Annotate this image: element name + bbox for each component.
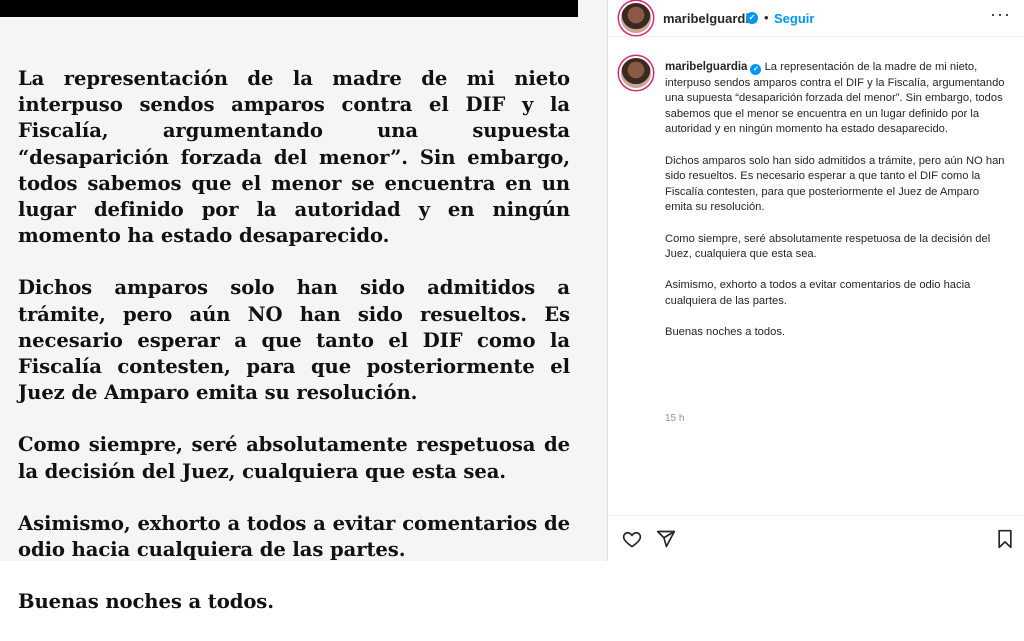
post-image: La representación de la madre de mi niet…: [0, 0, 607, 613]
action-bar: [608, 515, 1024, 562]
heart-icon[interactable]: [622, 529, 642, 554]
avatar[interactable]: [621, 3, 651, 33]
post-header: maribelguardia ✓ • Seguir ···: [608, 0, 1024, 37]
image-paragraph: Dichos amparos solo han sido admitidos a…: [18, 276, 570, 405]
post-timestamp[interactable]: 15 h: [665, 413, 684, 424]
bookmark-icon[interactable]: [996, 529, 1014, 554]
image-paragraph: Buenas noches a todos.: [18, 590, 274, 614]
caption-paragraph: Asimismo, exhorto a todos a evitar comen…: [665, 279, 971, 307]
image-edge: [578, 0, 607, 561]
image-paragraph: La representación de la madre de mi niet…: [18, 67, 570, 248]
image-statement-text: La representación de la madre de mi niet…: [18, 66, 570, 641]
image-top-bar: [0, 0, 578, 17]
paper-plane-icon[interactable]: [656, 529, 676, 554]
image-paragraph: Asimismo, exhorto a todos a evitar comen…: [18, 511, 570, 562]
verified-badge-icon: ✓: [750, 64, 762, 75]
post-side-panel: maribelguardia ✓ • Seguir ··· maribelgua…: [607, 0, 1024, 561]
caption-paragraph: Como siempre, seré absolutamente respetu…: [665, 232, 991, 261]
caption-body: maribelguardia ✓ La representación de la …: [665, 60, 1007, 356]
more-options-icon[interactable]: ···: [990, 4, 1011, 25]
caption-avatar[interactable]: [621, 58, 651, 88]
caption-paragraph: Dichos amparos solo han sido admitidos a…: [665, 154, 1005, 214]
image-paragraph: Como siempre, seré absolutamente respetu…: [18, 433, 570, 483]
verified-badge-icon: ✓: [746, 12, 758, 24]
caption-paragraph: Buenas noches a todos.: [665, 326, 786, 339]
separator-dot: •: [764, 10, 769, 25]
follow-button[interactable]: Seguir: [774, 11, 814, 26]
header-username[interactable]: maribelguardia: [663, 11, 756, 26]
caption-username[interactable]: maribelguardia: [665, 61, 747, 73]
